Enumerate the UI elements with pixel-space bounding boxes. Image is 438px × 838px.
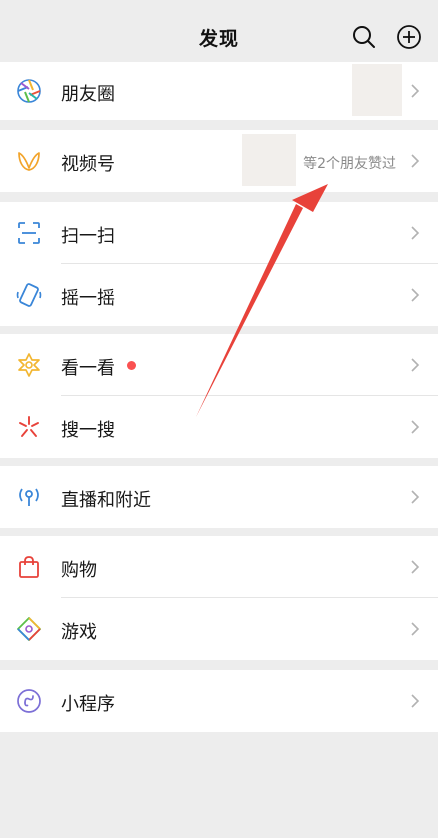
live-nearby-icon [16, 484, 42, 510]
menu-item-shopping[interactable]: 购物 [0, 536, 438, 598]
chevron-right-icon [410, 287, 420, 303]
live-nearby-label: 直播和附近 [61, 490, 151, 511]
search-icon[interactable] [351, 24, 377, 50]
menu-item-live-nearby[interactable]: 直播和附近 [0, 466, 438, 528]
menu-item-top-stories[interactable]: 看一看 [0, 334, 438, 396]
search-sparkle-icon [16, 414, 42, 440]
top-stories-label: 看一看 [61, 358, 115, 379]
menu-item-shake[interactable]: 摇一摇 [0, 264, 438, 326]
top-stories-icon [16, 352, 42, 378]
chevron-right-icon [410, 225, 420, 241]
menu-item-games[interactable]: 游戏 [0, 598, 438, 660]
chevron-right-icon [410, 559, 420, 575]
chevron-right-icon [410, 621, 420, 637]
shopping-bag-icon [16, 554, 42, 580]
channels-likes-hint: 等2个朋友赞过 [303, 156, 396, 172]
shake-icon [16, 282, 42, 308]
moments-thumbnail [352, 64, 402, 116]
chevron-right-icon [410, 693, 420, 709]
shake-label: 摇一摇 [61, 288, 115, 309]
menu-item-moments[interactable]: 朋友圈 [0, 62, 438, 120]
chevron-right-icon [410, 489, 420, 505]
plus-circle-icon[interactable] [396, 24, 422, 50]
shopping-label: 购物 [61, 560, 97, 581]
moments-aperture-icon [16, 78, 42, 104]
scan-label: 扫一扫 [61, 226, 115, 247]
menu-item-search[interactable]: 搜一搜 [0, 396, 438, 458]
menu-item-scan[interactable]: 扫一扫 [0, 202, 438, 264]
chevron-right-icon [410, 419, 420, 435]
nav-header: 发现 [0, 0, 438, 62]
chevron-right-icon [410, 153, 420, 169]
mini-programs-label: 小程序 [61, 694, 115, 715]
channels-label: 视频号 [61, 154, 115, 175]
chevron-right-icon [410, 83, 420, 99]
games-label: 游戏 [61, 622, 97, 643]
scan-icon [16, 220, 42, 246]
games-icon [16, 616, 42, 642]
channels-thumbnail [242, 134, 296, 186]
moments-label: 朋友圈 [61, 84, 115, 105]
chevron-right-icon [410, 357, 420, 373]
channels-butterfly-icon [16, 148, 42, 174]
menu-item-mini-programs[interactable]: 小程序 [0, 670, 438, 732]
red-dot-badge [127, 361, 136, 370]
mini-programs-icon [16, 688, 42, 714]
menu-item-channels[interactable]: 视频号 等2个朋友赞过 [0, 130, 438, 192]
search-label: 搜一搜 [61, 420, 115, 441]
